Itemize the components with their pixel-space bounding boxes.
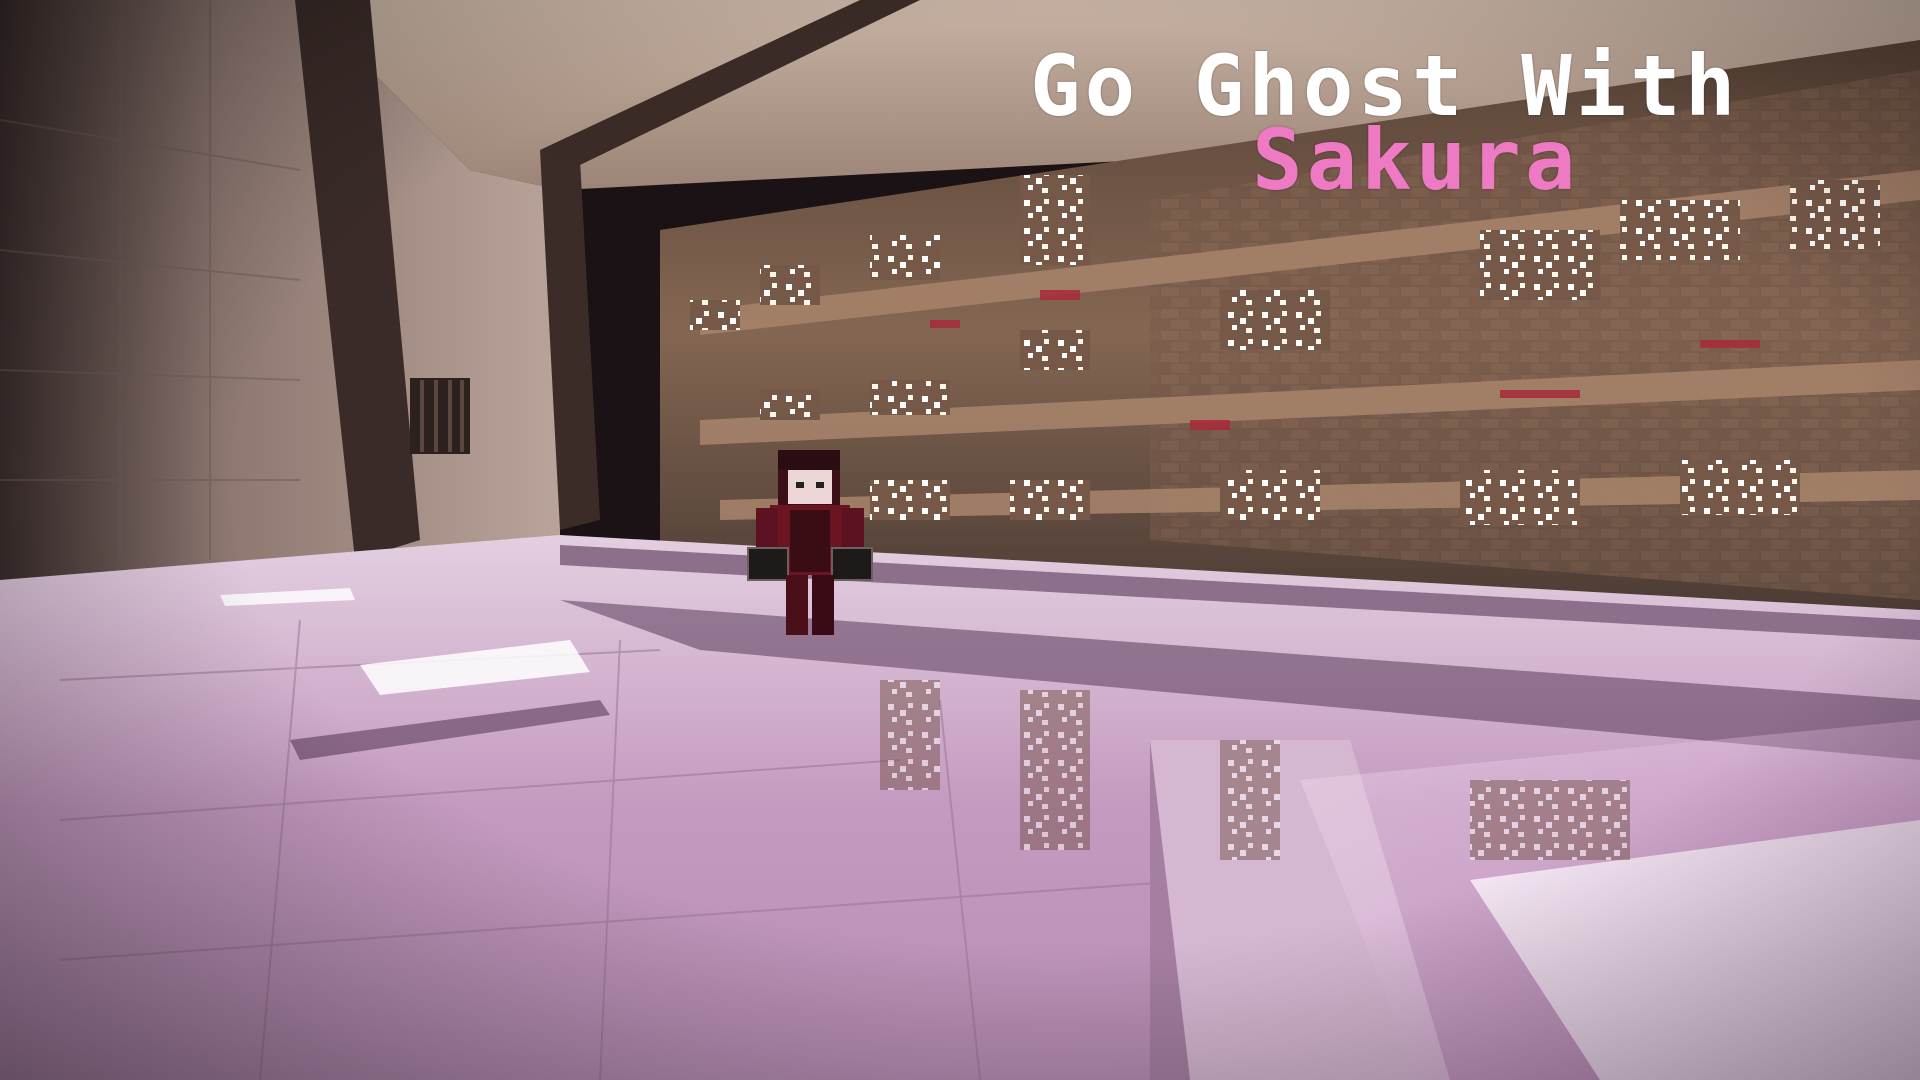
minecraft-scene — [0, 0, 1920, 1080]
title-sakura: Sakura — [1252, 111, 1580, 209]
